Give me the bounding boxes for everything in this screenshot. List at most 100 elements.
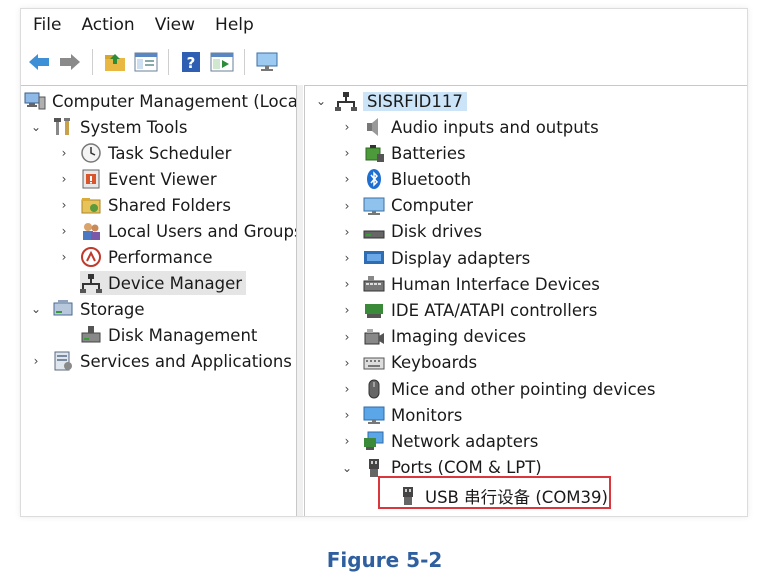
device-category-row[interactable]: › Disk drives xyxy=(341,220,482,244)
chevron-right-icon[interactable]: › xyxy=(341,246,353,270)
keyboard-icon xyxy=(363,352,385,374)
chevron-right-icon[interactable]: › xyxy=(341,377,353,401)
toolbar-separator xyxy=(168,49,169,75)
figure-caption: Figure 5-2 xyxy=(326,548,443,572)
users-icon xyxy=(80,220,102,242)
mouse-icon xyxy=(363,378,385,400)
computer-network-icon xyxy=(335,90,357,112)
device-category-label: Ports (COM & LPT) xyxy=(391,458,542,478)
tree-label: Local Users and Groups xyxy=(108,221,297,241)
chevron-right-icon[interactable]: › xyxy=(341,298,353,322)
tree-label: Device Manager xyxy=(108,273,242,293)
chevron-right-icon[interactable]: › xyxy=(341,351,353,375)
device-category-row[interactable]: › Keyboards xyxy=(341,351,478,375)
show-hide-tree-icon[interactable] xyxy=(133,49,159,75)
device-category-label: Audio inputs and outputs xyxy=(391,117,599,137)
menu-help[interactable]: Help xyxy=(205,9,264,41)
menu-action[interactable]: Action xyxy=(71,9,144,41)
tree-item-shared-folders[interactable]: › Shared Folders xyxy=(58,193,231,217)
tree-label: Storage xyxy=(80,299,145,319)
chevron-right-icon[interactable]: › xyxy=(341,272,353,296)
tree-item-local-users[interactable]: › Local Users and Groups xyxy=(58,219,297,243)
bluetooth-icon xyxy=(363,168,385,190)
chevron-right-icon[interactable]: › xyxy=(58,141,70,165)
device-category-label: Batteries xyxy=(391,143,466,163)
hid-icon xyxy=(363,273,385,295)
tree-label: Services and Applications xyxy=(80,351,292,371)
device-tree-pane: ⌄ SISRFID117 › Audio inputs and outputs › B… xyxy=(304,85,747,516)
device-category-row[interactable]: › IDE ATA/ATAPI controllers xyxy=(341,298,598,322)
device-category-row[interactable]: › Monitors xyxy=(341,403,463,427)
back-arrow-icon[interactable] xyxy=(26,49,52,75)
tree-label: Event Viewer xyxy=(108,169,217,189)
menu-file[interactable]: File xyxy=(21,9,71,41)
device-category-row[interactable]: › Network adapters xyxy=(341,429,538,453)
device-category-label: Computer xyxy=(391,196,474,216)
device-tree-root[interactable]: ⌄ SISRFID117 xyxy=(315,89,467,113)
device-tree-root-label: SISRFID117 xyxy=(363,91,467,111)
chevron-right-icon[interactable]: › xyxy=(341,403,353,427)
device-category-label: Human Interface Devices xyxy=(391,274,600,294)
forward-arrow-icon[interactable] xyxy=(57,49,83,75)
highlight-box xyxy=(378,476,611,509)
services-icon xyxy=(52,350,74,372)
chevron-right-icon[interactable]: › xyxy=(58,167,70,191)
chevron-right-icon[interactable]: › xyxy=(58,193,70,217)
device-category-row[interactable]: › Computer xyxy=(341,194,473,218)
network-adapter-icon xyxy=(363,430,385,452)
tree-item-storage[interactable]: ⌄ Storage xyxy=(30,297,145,321)
chevron-down-icon[interactable]: ⌄ xyxy=(341,456,353,480)
pane-splitter[interactable] xyxy=(297,85,303,516)
chevron-right-icon[interactable]: › xyxy=(341,325,353,349)
chevron-right-icon[interactable]: › xyxy=(341,141,353,165)
device-category-row[interactable]: › Display adapters xyxy=(341,246,531,270)
chevron-right-icon[interactable]: › xyxy=(341,220,353,244)
tree-label: System Tools xyxy=(80,117,188,137)
chevron-down-icon[interactable]: ⌄ xyxy=(30,115,42,139)
tree-label: Performance xyxy=(108,247,213,267)
storage-icon xyxy=(52,298,74,320)
chevron-down-icon[interactable]: ⌄ xyxy=(30,297,42,321)
chevron-right-icon[interactable]: › xyxy=(58,219,70,243)
tree-item-task-scheduler[interactable]: › Task Scheduler xyxy=(58,141,231,165)
chevron-right-icon[interactable]: › xyxy=(341,429,353,453)
tree-item-disk-management[interactable]: Disk Management xyxy=(80,323,257,347)
chevron-down-icon[interactable]: ⌄ xyxy=(315,89,327,113)
device-category-row[interactable]: › Imaging devices xyxy=(341,325,526,349)
clock-icon xyxy=(80,142,102,164)
chevron-right-icon[interactable]: › xyxy=(341,194,353,218)
tree-label: Computer Management (Local) xyxy=(52,91,297,111)
menu-view[interactable]: View xyxy=(145,9,205,41)
display-adapter-icon xyxy=(363,247,385,269)
tree-item-computer-management[interactable]: Computer Management (Local) xyxy=(24,89,297,113)
up-folder-icon[interactable] xyxy=(102,49,128,75)
tree-item-device-manager[interactable]: Device Manager xyxy=(80,271,246,295)
svg-text:?: ? xyxy=(187,54,196,72)
tree-item-event-viewer[interactable]: › Event Viewer xyxy=(58,167,217,191)
device-category-label: Imaging devices xyxy=(391,327,527,347)
toolbar-separator xyxy=(92,49,93,75)
ide-controller-icon xyxy=(363,299,385,321)
device-category-label: Network adapters xyxy=(391,431,539,451)
computer-management-window: File Action View Help ? Computer Managem… xyxy=(20,8,748,517)
chevron-right-icon[interactable]: › xyxy=(341,167,353,191)
tree-label: Shared Folders xyxy=(108,195,231,215)
device-category-label: Monitors xyxy=(391,405,463,425)
chevron-right-icon[interactable]: › xyxy=(30,349,42,373)
device-category-row[interactable]: › Audio inputs and outputs xyxy=(341,115,599,139)
device-category-row[interactable]: › Human Interface Devices xyxy=(341,272,600,296)
device-category-row[interactable]: › Mice and other pointing devices xyxy=(341,377,655,401)
properties-icon[interactable] xyxy=(209,49,235,75)
chevron-right-icon[interactable]: › xyxy=(341,115,353,139)
monitor-icon[interactable] xyxy=(254,49,280,75)
event-viewer-icon xyxy=(80,168,102,190)
tree-item-system-tools[interactable]: ⌄ System Tools xyxy=(30,115,187,139)
help-icon[interactable]: ? xyxy=(178,49,204,75)
chevron-right-icon[interactable]: › xyxy=(58,245,70,269)
shared-folder-icon xyxy=(80,194,102,216)
device-category-label: IDE ATA/ATAPI controllers xyxy=(391,300,598,320)
tree-item-services-applications[interactable]: › Services and Applications xyxy=(30,349,292,373)
device-category-row[interactable]: › Bluetooth xyxy=(341,167,471,191)
tree-item-performance[interactable]: › Performance xyxy=(58,245,213,269)
device-category-row[interactable]: › Batteries xyxy=(341,141,466,165)
